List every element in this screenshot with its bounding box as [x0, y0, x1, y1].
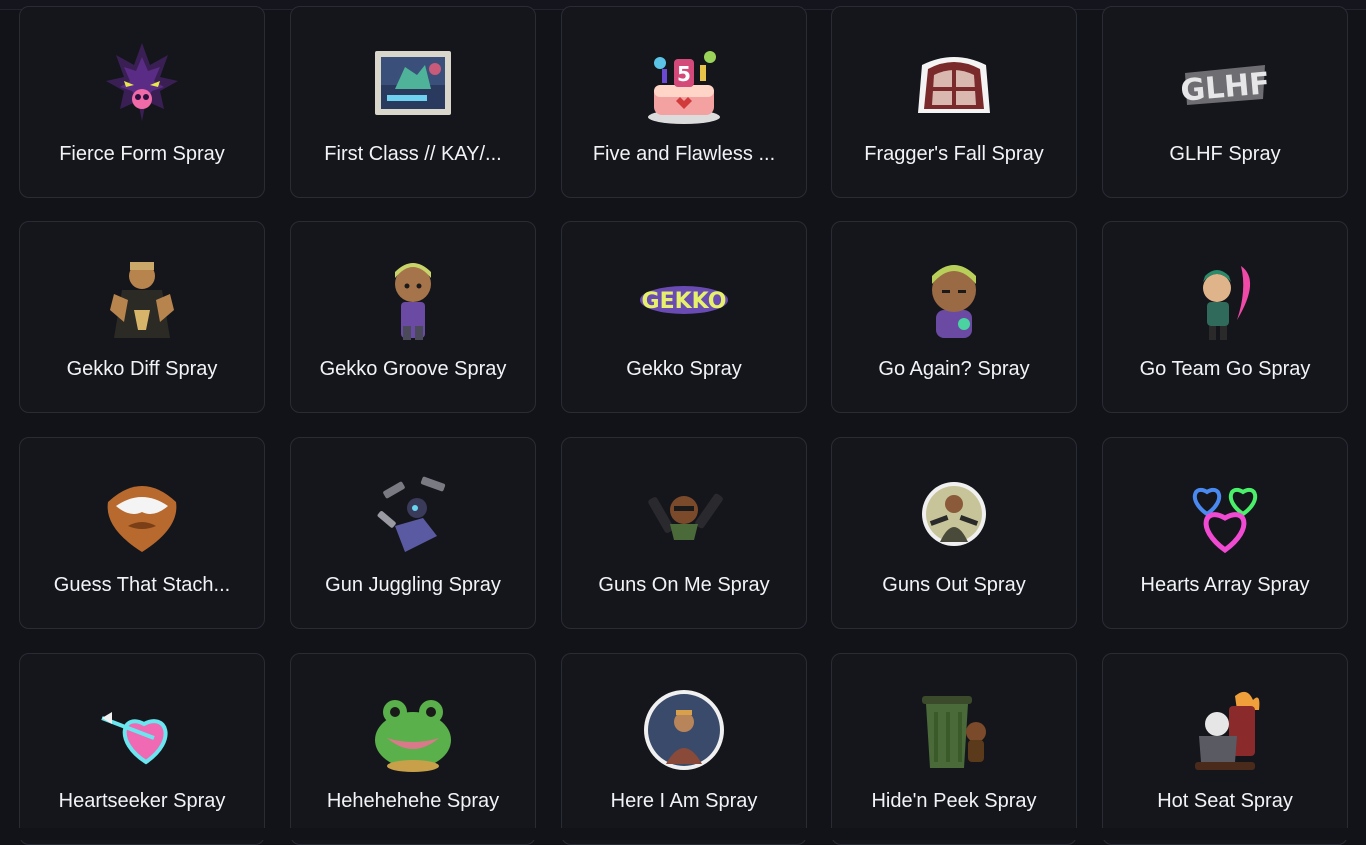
spray-name: Gekko Spray	[626, 358, 742, 380]
spray-name: Hide'n Peek Spray	[871, 790, 1037, 812]
gekko-pose-icon	[94, 250, 190, 346]
spray-name: Gun Juggling Spray	[325, 574, 501, 596]
spray-card[interactable]: Here I Am Spray	[561, 653, 807, 845]
neon-heart-arrow-icon	[94, 682, 190, 778]
spray-card[interactable]: Fierce Form Spray	[19, 6, 265, 198]
spray-name: Guns Out Spray	[882, 574, 1026, 596]
spray-grid: Fierce Form Spray First Class // KAY/...	[0, 0, 1366, 845]
spray-card[interactable]: Hot Seat Spray	[1102, 653, 1348, 845]
circle-portrait-icon	[636, 682, 732, 778]
glhf-graffiti-icon: GLHF	[1177, 35, 1273, 131]
svg-text:GEKKO: GEKKO	[642, 289, 727, 314]
spray-name: Go Team Go Spray	[1139, 358, 1311, 380]
spray-card[interactable]: Guess That Stach...	[19, 437, 265, 629]
spray-card[interactable]: Go Again? Spray	[831, 221, 1077, 413]
gekko-chibi-icon	[365, 250, 461, 346]
neon-hearts-icon	[1177, 466, 1273, 562]
spray-name: GLHF Spray	[1169, 143, 1281, 165]
first-class-stamp-icon	[365, 35, 461, 131]
frog-icon	[365, 682, 461, 778]
gekko-graffiti-icon: GEKKO	[636, 250, 732, 346]
guns-out-badge-icon	[906, 466, 1002, 562]
spray-name: First Class // KAY/...	[324, 143, 502, 165]
spray-name: Gekko Diff Spray	[66, 358, 218, 380]
spray-name: Hearts Array Spray	[1140, 574, 1310, 596]
spray-card[interactable]: Gekko Diff Spray	[19, 221, 265, 413]
spray-card[interactable]: 5 Five and Flawless ...	[561, 6, 807, 198]
svg-text:GLHF: GLHF	[1179, 66, 1271, 109]
spray-name: Gekko Groove Spray	[319, 358, 507, 380]
window-icon	[906, 35, 1002, 131]
spray-card[interactable]: Go Team Go Spray	[1102, 221, 1348, 413]
spray-name: Five and Flawless ...	[592, 143, 776, 165]
spray-card[interactable]: Hearts Array Spray	[1102, 437, 1348, 629]
spray-card[interactable]: Gekko Groove Spray	[290, 221, 536, 413]
spray-card[interactable]: Hehehehehe Spray	[290, 653, 536, 845]
spray-name: Hehehehehe Spray	[326, 790, 500, 812]
trash-can-icon	[906, 682, 1002, 778]
mustache-beard-icon	[94, 466, 190, 562]
birthday-cake-icon: 5	[636, 35, 732, 131]
spray-name: Go Again? Spray	[878, 358, 1030, 380]
spray-card[interactable]: GLHF GLHF Spray	[1102, 6, 1348, 198]
spray-card[interactable]: First Class // KAY/...	[290, 6, 536, 198]
spray-card[interactable]: Guns On Me Spray	[561, 437, 807, 629]
dual-guns-icon	[636, 466, 732, 562]
gun-juggling-icon	[365, 466, 461, 562]
cheer-blade-icon	[1177, 250, 1273, 346]
fierce-form-icon	[94, 35, 190, 131]
spray-name: Guns On Me Spray	[598, 574, 770, 596]
gekko-face-icon	[906, 250, 1002, 346]
spray-name: Heartseeker Spray	[58, 790, 226, 812]
spray-card[interactable]: Hide'n Peek Spray	[831, 653, 1077, 845]
spray-name: Hot Seat Spray	[1157, 790, 1293, 812]
spray-card[interactable]: Guns Out Spray	[831, 437, 1077, 629]
spray-name: Guess That Stach...	[53, 574, 231, 596]
svg-text:5: 5	[677, 62, 691, 86]
hot-seat-icon	[1177, 682, 1273, 778]
spray-name: Fragger's Fall Spray	[864, 143, 1044, 165]
spray-card[interactable]: Fragger's Fall Spray	[831, 6, 1077, 198]
spray-name: Fierce Form Spray	[59, 143, 225, 165]
spray-card[interactable]: Gun Juggling Spray	[290, 437, 536, 629]
spray-card[interactable]: GEKKO Gekko Spray	[561, 221, 807, 413]
spray-name: Here I Am Spray	[610, 790, 758, 812]
bottom-edge	[0, 828, 1366, 840]
spray-card[interactable]: Heartseeker Spray	[19, 653, 265, 845]
